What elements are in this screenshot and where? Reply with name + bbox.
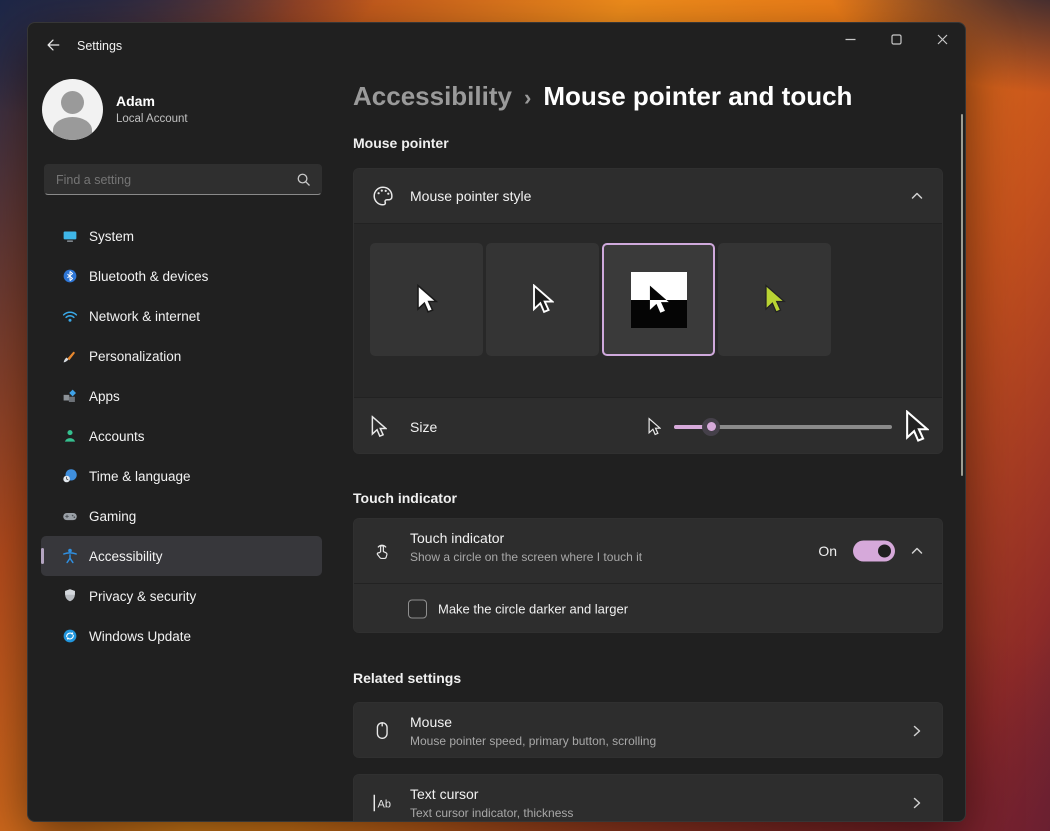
- pointer-style-tiles: [354, 224, 942, 397]
- accounts-icon: [61, 427, 79, 445]
- green-cursor-icon: [764, 284, 786, 315]
- shield-icon: [61, 587, 79, 605]
- circle-darker-label: Make the circle darker and larger: [438, 602, 628, 617]
- cursor-icon: [371, 415, 387, 438]
- titlebar: Settings: [28, 23, 965, 67]
- personalization-icon: [61, 347, 79, 365]
- circle-darker-checkbox[interactable]: [408, 600, 427, 619]
- desktop-wallpaper: Settings: [0, 0, 1050, 831]
- sidebar-item-personalization[interactable]: Personalization: [41, 336, 322, 376]
- sidebar-item-accessibility[interactable]: Accessibility: [41, 536, 322, 576]
- sidebar-item-privacy[interactable]: Privacy & security: [41, 576, 322, 616]
- large-cursor-icon: [905, 410, 929, 444]
- chevron-right-icon: [910, 796, 924, 810]
- bluetooth-icon: [61, 267, 79, 285]
- mouse-pointer-style-row[interactable]: Mouse pointer style: [354, 169, 942, 223]
- user-name: Adam: [116, 93, 155, 109]
- svg-text:Ab: Ab: [378, 799, 391, 811]
- related-text-cursor-card[interactable]: Ab Text cursor Text cursor indicator, th…: [353, 774, 943, 822]
- page-title: Mouse pointer and touch: [543, 81, 852, 111]
- back-button[interactable]: [38, 31, 68, 59]
- close-icon: [937, 34, 948, 45]
- maximize-icon: [891, 34, 902, 45]
- minimize-button[interactable]: [827, 23, 873, 55]
- accessibility-icon: [61, 547, 79, 565]
- touch-indicator-subtitle: Show a circle on the screen where I touc…: [410, 550, 642, 564]
- settings-window: Settings: [27, 22, 966, 822]
- minimize-icon: [845, 34, 856, 45]
- inverted-cursor-icon: [631, 272, 687, 328]
- close-button[interactable]: [919, 23, 965, 55]
- touch-indicator-title: Touch indicator: [410, 530, 504, 546]
- back-arrow-icon: [45, 37, 61, 53]
- related-text-cursor-title: Text cursor: [410, 786, 478, 802]
- time-language-icon: [61, 467, 79, 485]
- slider-thumb[interactable]: [702, 418, 720, 436]
- toggle-state-label: On: [818, 543, 837, 559]
- mouse-pointer-style-label: Mouse pointer style: [410, 188, 531, 204]
- sidebar-item-windows-update[interactable]: Windows Update: [41, 616, 322, 656]
- pointer-style-custom-tile[interactable]: [718, 243, 831, 356]
- chevron-up-icon[interactable]: [910, 189, 924, 203]
- black-cursor-icon: [532, 284, 554, 315]
- sidebar-item-apps[interactable]: Apps: [41, 376, 322, 416]
- pointer-style-white-tile[interactable]: [370, 243, 483, 356]
- breadcrumb-parent[interactable]: Accessibility: [353, 81, 512, 111]
- pointer-size-row: Size: [354, 398, 942, 454]
- related-mouse-card[interactable]: Mouse Mouse pointer speed, primary butto…: [353, 702, 943, 758]
- sidebar-item-gaming[interactable]: Gaming: [41, 496, 322, 536]
- gaming-icon: [61, 507, 79, 525]
- touch-indicator-toggle[interactable]: [853, 541, 895, 562]
- window-controls: [827, 23, 965, 55]
- pointer-size-slider[interactable]: [674, 418, 892, 436]
- touch-indicator-row[interactable]: Touch indicator Show a circle on the scr…: [354, 519, 942, 583]
- mouse-icon: [371, 720, 393, 742]
- related-mouse-subtitle: Mouse pointer speed, primary button, scr…: [410, 734, 656, 748]
- small-cursor-icon: [648, 417, 661, 436]
- sidebar-item-time-language[interactable]: Time & language: [41, 456, 322, 496]
- breadcrumb: Accessibility›Mouse pointer and touch: [353, 81, 852, 112]
- pointer-style-black-tile[interactable]: [486, 243, 599, 356]
- white-cursor-icon: [416, 284, 438, 315]
- circle-darker-row: Make the circle darker and larger: [354, 584, 942, 633]
- section-label-touch: Touch indicator: [353, 490, 457, 506]
- search-icon[interactable]: [296, 172, 311, 187]
- mouse-pointer-style-card: Mouse pointer style: [353, 168, 943, 454]
- touch-icon: [371, 540, 393, 562]
- search-input[interactable]: [45, 173, 296, 187]
- breadcrumb-separator-icon: ›: [512, 85, 543, 110]
- sidebar-item-network[interactable]: Network & internet: [41, 296, 322, 336]
- windows-update-icon: [61, 627, 79, 645]
- palette-icon: [371, 184, 395, 208]
- user-account-type: Local Account: [116, 113, 188, 125]
- apps-icon: [61, 387, 79, 405]
- section-label-related: Related settings: [353, 670, 461, 686]
- system-icon: [61, 227, 79, 245]
- related-mouse-title: Mouse: [410, 714, 452, 730]
- section-label-mouse-pointer: Mouse pointer: [353, 135, 449, 151]
- sidebar-nav: System Bluetooth & devices Network & int…: [41, 216, 322, 656]
- related-text-cursor-subtitle: Text cursor indicator, thickness: [410, 806, 573, 820]
- search-box[interactable]: [44, 164, 322, 195]
- maximize-button[interactable]: [873, 23, 919, 55]
- network-icon: [61, 307, 79, 325]
- chevron-up-icon[interactable]: [910, 544, 924, 558]
- app-title: Settings: [77, 39, 122, 53]
- sidebar-item-system[interactable]: System: [41, 216, 322, 256]
- sidebar-item-accounts[interactable]: Accounts: [41, 416, 322, 456]
- size-label: Size: [410, 419, 437, 435]
- touch-indicator-card: Touch indicator Show a circle on the scr…: [353, 518, 943, 633]
- sidebar-item-bluetooth[interactable]: Bluetooth & devices: [41, 256, 322, 296]
- text-cursor-icon: Ab: [371, 792, 395, 814]
- avatar[interactable]: [42, 79, 103, 140]
- pointer-style-inverted-tile[interactable]: [602, 243, 715, 356]
- scrollbar[interactable]: [961, 114, 963, 476]
- chevron-right-icon: [910, 724, 924, 738]
